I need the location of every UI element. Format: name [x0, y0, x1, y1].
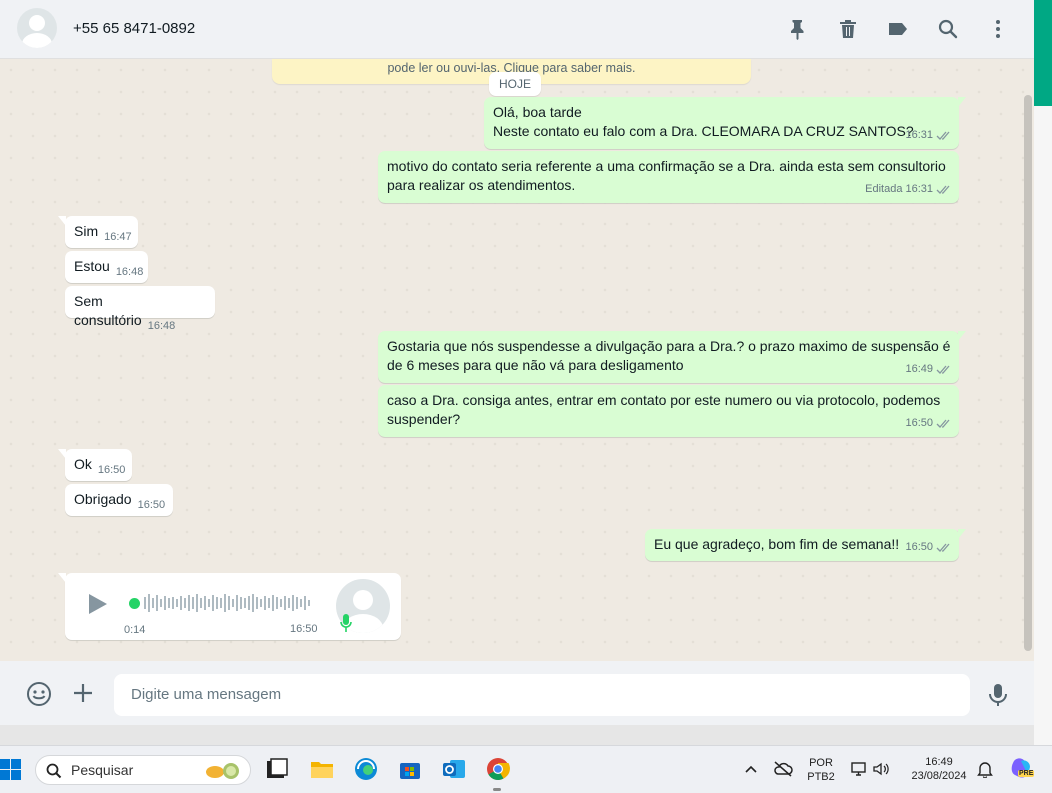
language-indicator[interactable]: POR PTB2 [805, 756, 837, 784]
clock-date: 23/08/2024 [911, 770, 967, 782]
active-app-indicator [493, 788, 501, 791]
message-text: caso a Dra. consiga antes, entrar em con… [387, 392, 941, 427]
plus-icon[interactable] [71, 681, 95, 705]
message-text: Sim [74, 223, 99, 239]
chat-header: +55 65 8471-0892 [0, 0, 1034, 59]
emoji-icon[interactable] [26, 681, 52, 707]
incoming-message[interactable]: Sim 16:47 [58, 216, 138, 248]
contact-name[interactable]: +55 65 8471-0892 [73, 20, 195, 37]
mic-icon [340, 614, 352, 632]
message-meta: Editada 16:31 [865, 180, 952, 199]
message-time: 16:50 [905, 417, 933, 429]
message-time: 16:48 [115, 266, 144, 278]
voice-message[interactable]: 0:14 16:50 [58, 573, 401, 640]
accent-bar [1034, 0, 1052, 106]
outgoing-message[interactable]: Eu que agradeço, bom fim de semana!! 16:… [645, 529, 966, 561]
message-meta: 16:31 [905, 126, 952, 145]
message-meta: 16:49 [905, 360, 952, 379]
composer-bar: Digite uma mensagem [0, 661, 1034, 725]
message-time: 16:50 [97, 464, 126, 476]
cloud-offline-icon[interactable] [773, 760, 793, 778]
double-check-icon [936, 365, 950, 374]
message-text: Ok [74, 456, 92, 472]
edited-label: Editada [865, 183, 903, 195]
message-time: 16:50 [905, 541, 933, 553]
incoming-message[interactable]: Obrigado 16:50 [65, 484, 173, 516]
windows-start-icon[interactable] [0, 759, 22, 781]
file-explorer-icon[interactable] [309, 756, 335, 782]
message-text: Neste contato eu falo com a Dra. CLEOMAR… [493, 123, 914, 139]
language-code: POR [809, 757, 833, 769]
message-text: Sem consultório [74, 293, 142, 328]
message-meta: 16:50 [905, 538, 952, 557]
message-time: 16:50 [290, 623, 318, 635]
taskbar-search-text: Pesquisar [71, 762, 134, 778]
edge-icon[interactable] [353, 756, 379, 782]
network-icon[interactable] [850, 760, 868, 778]
message-meta: 16:50 [905, 414, 952, 433]
copilot-badge: PRE [1018, 770, 1035, 777]
message-input[interactable]: Digite uma mensagem [114, 674, 970, 716]
notification-bell-icon[interactable] [977, 760, 993, 778]
message-text: Gostaria que nós suspendesse a divulgaçã… [387, 338, 951, 373]
taskbar: Pesquisar POR PTB2 16:49 23/08/2024 PRE [0, 745, 1052, 793]
taskbar-search[interactable]: Pesquisar [35, 755, 251, 785]
outgoing-message[interactable]: Gostaria que nós suspendesse a divulgaçã… [378, 331, 966, 383]
voice-duration: 0:14 [124, 624, 146, 636]
outgoing-message[interactable]: Olá, boa tarde Neste contato eu falo com… [484, 97, 966, 149]
task-view-icon[interactable] [264, 756, 290, 782]
store-icon[interactable] [397, 756, 423, 782]
message-time: 16:48 [147, 320, 176, 332]
contact-avatar[interactable] [17, 8, 57, 48]
window-edge [1034, 0, 1052, 745]
message-time: 16:47 [104, 231, 132, 243]
message-text: Estou [74, 258, 110, 274]
double-check-icon [936, 419, 950, 428]
melon-icon [206, 763, 239, 779]
volume-icon[interactable] [872, 760, 890, 778]
window-bottom [0, 725, 1034, 745]
clock[interactable]: 16:49 23/08/2024 [903, 755, 975, 783]
trash-icon[interactable] [836, 17, 860, 41]
chrome-icon[interactable] [485, 756, 511, 782]
mic-icon[interactable] [987, 682, 1009, 708]
message-time: 16:50 [137, 499, 166, 511]
double-check-icon [936, 185, 950, 194]
day-divider: HOJE [489, 72, 541, 96]
play-icon[interactable] [87, 593, 109, 615]
pin-icon[interactable] [786, 17, 810, 41]
incoming-message[interactable]: Sem consultório 16:48 [65, 286, 215, 332]
search-icon[interactable] [936, 17, 960, 41]
outlook-icon[interactable] [441, 756, 467, 782]
message-text: Eu que agradeço, bom fim de semana!! [654, 536, 900, 552]
double-check-icon [936, 543, 950, 552]
waveform[interactable] [144, 591, 314, 615]
copilot-icon[interactable]: PRE [1009, 755, 1035, 781]
message-time: 16:31 [905, 129, 933, 141]
label-icon[interactable] [886, 17, 910, 41]
search-icon [46, 763, 62, 779]
double-check-icon [936, 131, 950, 140]
message-time: 16:31 [905, 183, 933, 195]
outgoing-message[interactable]: caso a Dra. consiga antes, entrar em con… [378, 385, 959, 437]
incoming-message[interactable]: Ok 16:50 [58, 449, 132, 481]
scrollbar[interactable] [1024, 95, 1032, 651]
message-time: 16:49 [905, 363, 933, 375]
message-text: Obrigado [74, 491, 132, 507]
outgoing-message[interactable]: motivo do contato seria referente a uma … [378, 151, 959, 203]
keyboard-layout: PTB2 [807, 771, 835, 783]
menu-icon[interactable] [986, 17, 1010, 41]
clock-time: 16:49 [925, 756, 953, 768]
playback-position-dot[interactable] [129, 598, 140, 609]
chevron-up-icon[interactable] [744, 763, 758, 775]
message-text: Olá, boa tarde [493, 104, 582, 120]
incoming-message[interactable]: Estou 16:48 [65, 251, 148, 283]
